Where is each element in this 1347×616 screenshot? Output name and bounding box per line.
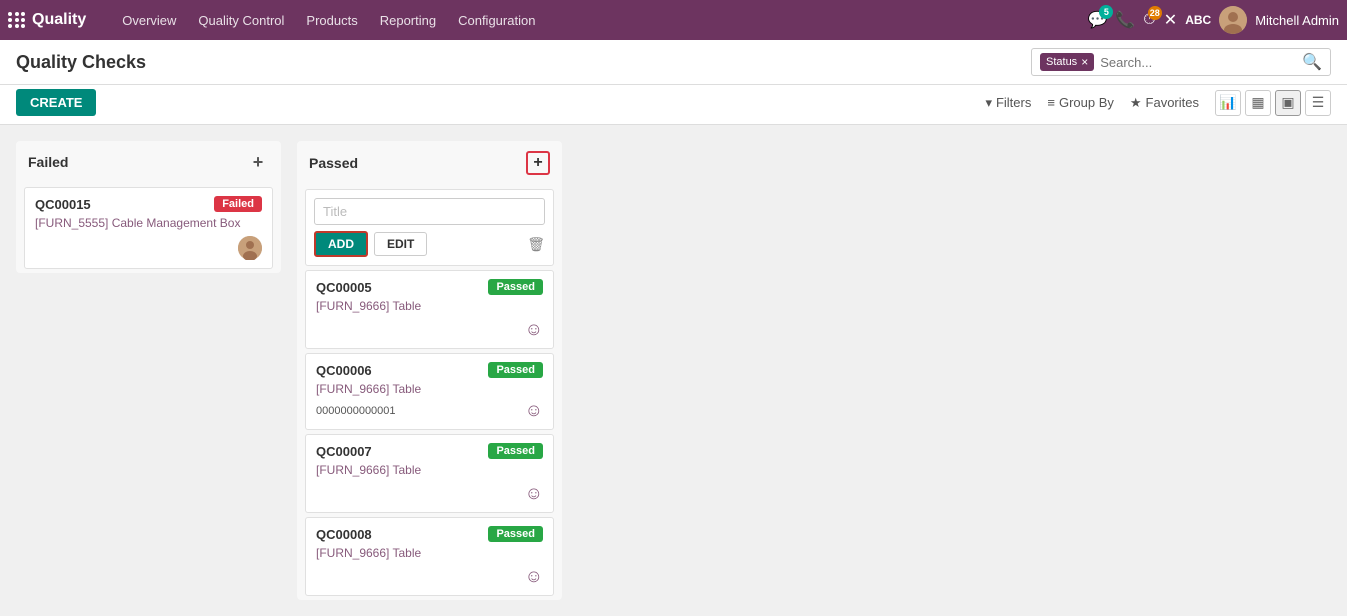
card-product: [FURN_9666] Table [316, 382, 543, 396]
card-id: QC00005 [316, 280, 372, 295]
add-passed-button[interactable]: + [526, 151, 550, 175]
status-badge: Passed [488, 362, 543, 378]
kanban-icon: ▣ [1281, 94, 1294, 111]
apps-icon[interactable] [8, 12, 26, 28]
nav-item-reporting[interactable]: Reporting [370, 9, 446, 32]
add-card-title-input[interactable] [314, 198, 545, 225]
card-lot: 0000000000001 [316, 405, 396, 417]
column-header-failed: Failed + [16, 141, 281, 183]
filters-button[interactable]: ▾ Filters [985, 95, 1031, 111]
group-by-button[interactable]: ≡ Group By [1047, 95, 1114, 110]
search-tag-remove[interactable]: × [1081, 55, 1088, 69]
chat-badge: 5 [1099, 5, 1113, 19]
card-header: QC00015 Failed [35, 196, 262, 212]
user-name[interactable]: Mitchell Admin [1255, 13, 1339, 28]
smiley-icon: ☺ [525, 400, 543, 421]
add-failed-button[interactable]: + [247, 151, 269, 173]
timer-badge: 28 [1148, 6, 1162, 20]
card-header: QC00008 Passed [316, 526, 543, 542]
search-tag-status[interactable]: Status × [1040, 53, 1094, 71]
status-badge: Failed [214, 196, 262, 212]
card-product: [FURN_5555] Cable Management Box [35, 216, 262, 230]
phone-icon[interactable]: 📞 [1115, 10, 1135, 30]
card-id: QC00008 [316, 527, 372, 542]
kanban-card-qc00008[interactable]: QC00008 Passed [FURN_9666] Table ☺ [305, 517, 554, 596]
edit-card-button[interactable]: EDIT [374, 232, 427, 256]
status-badge: Passed [488, 279, 543, 295]
kanban-card-qc00007[interactable]: QC00007 Passed [FURN_9666] Table ☺ [305, 434, 554, 513]
grid-view-button[interactable]: ▦ [1245, 90, 1271, 116]
kanban-card-qc00005[interactable]: QC00005 Passed [FURN_9666] Table ☺ [305, 270, 554, 349]
subheader: Quality Checks Status × 🔍 [0, 40, 1347, 85]
nav-item-overview[interactable]: Overview [112, 9, 186, 32]
card-header: QC00007 Passed [316, 443, 543, 459]
card-id: QC00006 [316, 363, 372, 378]
card-id: QC00015 [35, 197, 91, 212]
column-header-passed: Passed + [297, 141, 562, 185]
timer-icon[interactable]: ⏱ 28 [1143, 11, 1155, 29]
status-badge: Passed [488, 526, 543, 542]
favorites-label: Favorites [1146, 95, 1199, 110]
kanban-board: Failed + QC00015 Failed [FURN_5555] Cabl… [0, 125, 1347, 616]
avatar[interactable] [1219, 6, 1247, 34]
smiley-icon: ☺ [525, 483, 543, 504]
card-header: QC00006 Passed [316, 362, 543, 378]
toolbar: CREATE ▾ Filters ≡ Group By ★ Favorites … [0, 85, 1347, 125]
grid-icon: ▦ [1251, 94, 1264, 111]
top-navigation: Quality Overview Quality Control Product… [0, 0, 1347, 40]
add-card-button[interactable]: ADD [314, 231, 368, 257]
smiley-icon: ☺ [525, 566, 543, 587]
favorites-button[interactable]: ★ Favorites [1130, 95, 1199, 111]
nav-item-products[interactable]: Products [296, 9, 367, 32]
card-product: [FURN_9666] Table [316, 299, 543, 313]
smiley-icon: ☺ [525, 319, 543, 340]
filters-label: Filters [996, 95, 1031, 110]
column-title-passed: Passed [309, 155, 358, 171]
search-bar: Status × 🔍 [1031, 48, 1331, 76]
nav-menu: Overview Quality Control Products Report… [112, 9, 1087, 32]
app-logo[interactable]: Quality [8, 11, 102, 29]
page-title: Quality Checks [16, 52, 146, 73]
add-card-form: ADD EDIT 🗑 [305, 189, 554, 266]
bar-chart-view-button[interactable]: 📊 [1215, 90, 1241, 116]
view-icons: 📊 ▦ ▣ ☰ [1215, 90, 1331, 116]
search-icon[interactable]: 🔍 [1302, 52, 1322, 72]
card-footer: ☺ [316, 483, 543, 504]
kanban-column-failed: Failed + QC00015 Failed [FURN_5555] Cabl… [16, 141, 281, 273]
chat-icon[interactable]: 💬 5 [1087, 10, 1107, 30]
groupby-icon: ≡ [1047, 95, 1055, 110]
bar-chart-icon: 📊 [1219, 94, 1236, 111]
card-footer: ☺ [316, 566, 543, 587]
list-icon: ☰ [1312, 94, 1325, 111]
group-by-label: Group By [1059, 95, 1114, 110]
kanban-view-button[interactable]: ▣ [1275, 90, 1301, 116]
filter-icon: ▾ [985, 95, 992, 111]
nav-item-quality-control[interactable]: Quality Control [188, 9, 294, 32]
card-id: QC00007 [316, 444, 372, 459]
star-icon: ★ [1130, 95, 1142, 111]
card-avatar [238, 236, 262, 260]
delete-card-button[interactable]: 🗑 [527, 236, 545, 253]
card-header: QC00005 Passed [316, 279, 543, 295]
list-view-button[interactable]: ☰ [1305, 90, 1331, 116]
card-footer: ☺ [316, 319, 543, 340]
kanban-column-passed: Passed + ADD EDIT 🗑 QC00005 Passed [FURN… [297, 141, 562, 600]
kanban-card-qc00015[interactable]: QC00015 Failed [FURN_5555] Cable Managem… [24, 187, 273, 269]
status-badge: Passed [488, 443, 543, 459]
kanban-card-qc00006[interactable]: QC00006 Passed [FURN_9666] Table 0000000… [305, 353, 554, 430]
nav-item-configuration[interactable]: Configuration [448, 9, 545, 32]
search-tag-label: Status [1046, 56, 1077, 68]
abc-label[interactable]: ABC [1185, 13, 1211, 27]
add-form-actions: ADD EDIT 🗑 [314, 231, 545, 257]
nav-right: 💬 5 📞 ⏱ 28 ✕ ABC Mitchell Admin [1087, 6, 1339, 34]
toolbar-right: ▾ Filters ≡ Group By ★ Favorites 📊 ▦ ▣ ☰ [985, 90, 1331, 116]
search-input[interactable] [1100, 55, 1302, 70]
card-product: [FURN_9666] Table [316, 546, 543, 560]
app-title: Quality [32, 11, 86, 29]
create-button[interactable]: CREATE [16, 89, 96, 116]
column-title-failed: Failed [28, 154, 68, 170]
close-icon[interactable]: ✕ [1164, 10, 1177, 30]
card-footer [35, 236, 262, 260]
card-product: [FURN_9666] Table [316, 463, 543, 477]
